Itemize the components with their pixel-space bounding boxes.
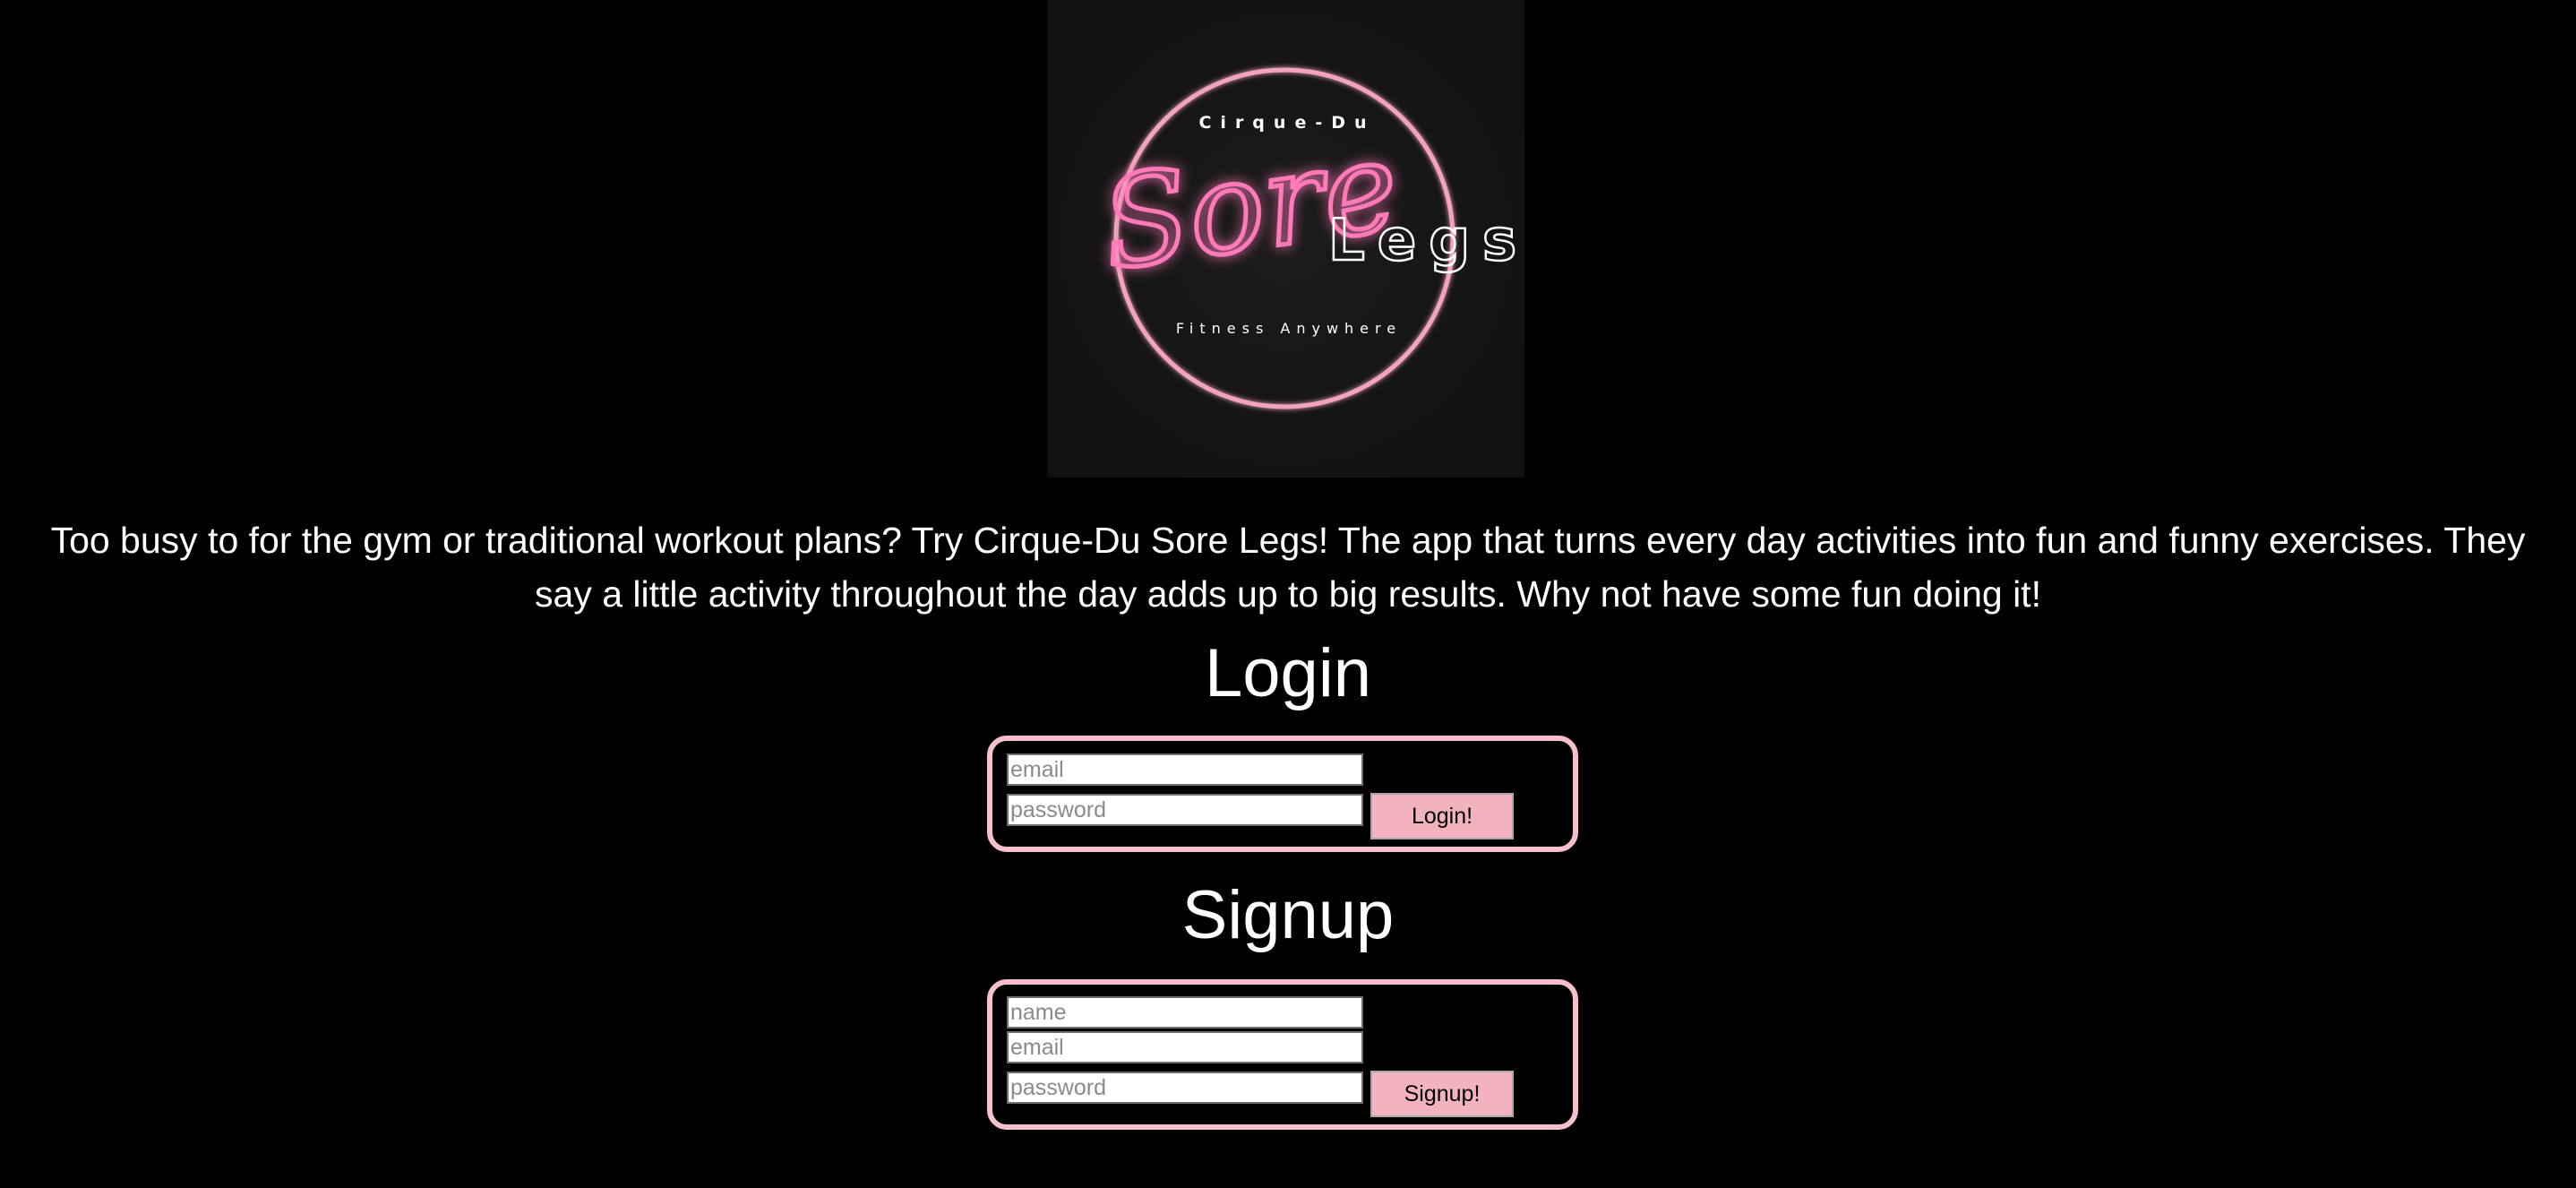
logo-main-text: Legs (1328, 208, 1524, 274)
brand-logo: Cirque-Du Sore Legs Fitness Anywhere (1047, 0, 1524, 478)
logo-graphic: Cirque-Du Sore Legs Fitness Anywhere (1092, 67, 1524, 409)
intro-tagline: Too busy to for the gym or traditional w… (50, 520, 2526, 615)
login-button[interactable]: Login! (1370, 793, 1514, 839)
signup-form: Signup! (987, 979, 1578, 1130)
login-email-input[interactable] (1007, 753, 1363, 786)
signup-email-input[interactable] (1007, 1031, 1363, 1063)
login-password-input[interactable] (1007, 794, 1363, 826)
signup-button[interactable]: Signup! (1370, 1071, 1514, 1117)
login-form: Login! (987, 736, 1578, 852)
signup-name-input[interactable] (1007, 996, 1363, 1029)
landing-page: Cirque-Du Sore Legs Fitness Anywhere Too… (0, 0, 2576, 1188)
signup-password-input[interactable] (1007, 1072, 1363, 1104)
login-heading: Login (1205, 635, 1371, 711)
signup-heading: Signup (1181, 877, 1395, 953)
logo-sub-text: Fitness Anywhere (1176, 320, 1402, 337)
